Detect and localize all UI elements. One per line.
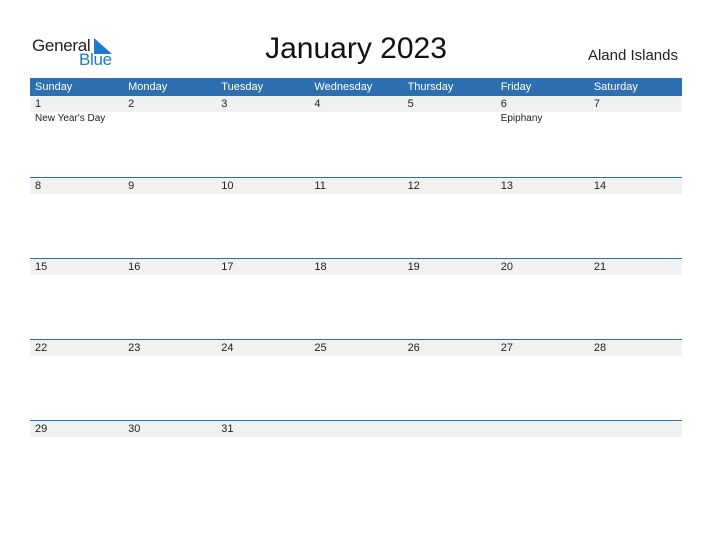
day-number: 6: [500, 98, 507, 110]
holiday-label: Epiphany: [500, 113, 543, 124]
weekday-header: Sunday: [35, 81, 73, 93]
week-row: 29 30 31: [30, 420, 682, 501]
holiday-label: [496, 275, 589, 276]
holiday-label: [589, 356, 682, 357]
day-number: 1: [35, 98, 42, 110]
holiday-label: [216, 356, 309, 357]
day-number: 7: [593, 98, 600, 110]
events-row: [30, 437, 682, 438]
holiday-label: [30, 194, 123, 195]
day-number: 25: [314, 342, 327, 354]
calendar-grid: Sunday Monday Tuesday Wednesday Thursday…: [30, 78, 682, 501]
holiday-label: [589, 194, 682, 195]
holiday-label: [589, 275, 682, 276]
holiday-label: [30, 437, 123, 438]
day-number: 13: [500, 180, 513, 192]
day-number: 18: [314, 261, 327, 273]
events-row: New Year's Day Epiphany: [30, 112, 682, 124]
holiday-label: [216, 194, 309, 195]
holiday-label: [309, 275, 402, 276]
day-number: [403, 421, 496, 437]
weekday-header: Monday: [128, 81, 168, 93]
holiday-label: [496, 194, 589, 195]
holiday-label: [123, 437, 216, 438]
day-number: 21: [593, 261, 607, 273]
holiday-label: [30, 356, 123, 357]
day-number: 28: [593, 342, 607, 354]
holiday-label: [496, 437, 589, 438]
weekday-header-row: Sunday Monday Tuesday Wednesday Thursday…: [30, 78, 682, 96]
day-number: 19: [407, 261, 420, 273]
holiday-label: [30, 275, 123, 276]
events-row: [30, 356, 682, 357]
day-number: 14: [593, 180, 607, 192]
week-row: 8 9 10 11 12 13 14: [30, 177, 682, 258]
region-label: Aland Islands: [587, 47, 678, 64]
events-row: [30, 275, 682, 276]
holiday-label: [309, 194, 402, 195]
holiday-label: [216, 112, 309, 124]
holiday-label: [216, 437, 309, 438]
day-number: 17: [221, 261, 234, 273]
holiday-label: [123, 356, 216, 357]
day-number: 27: [500, 342, 513, 354]
day-number: 9: [128, 180, 135, 192]
weeks-container: 1 2 3 4 5 6 7 New Year's Day Epiphany 8 9 10 11 12 13 1…: [30, 96, 682, 501]
day-number: 8: [35, 180, 42, 192]
holiday-label: [123, 112, 216, 124]
weekday-header: Thursday: [407, 81, 454, 93]
day-number: 11: [314, 180, 326, 192]
day-number: 30: [128, 423, 141, 435]
holiday-label: [403, 437, 496, 438]
holiday-label: [403, 194, 496, 195]
day-number: 2: [128, 98, 135, 110]
holiday-label: [403, 275, 496, 276]
day-number: 3: [221, 98, 228, 110]
holiday-label: [123, 275, 216, 276]
events-row: [30, 194, 682, 195]
day-number: 10: [221, 180, 234, 192]
day-number: 29: [35, 423, 48, 435]
day-number: 15: [35, 261, 48, 273]
day-number: 24: [221, 342, 234, 354]
day-number: 26: [407, 342, 420, 354]
holiday-label: [496, 356, 589, 357]
day-number: [309, 421, 402, 437]
holiday-label: [589, 112, 682, 124]
holiday-label: [309, 356, 402, 357]
holiday-label: [403, 356, 496, 357]
holiday-label: [216, 275, 309, 276]
day-number: 20: [500, 261, 513, 273]
weekday-header: Friday: [500, 81, 532, 93]
week-row: 1 2 3 4 5 6 7 New Year's Day Epiphany: [30, 96, 682, 177]
weekday-header: Saturday: [593, 81, 638, 93]
day-number: 5: [407, 98, 414, 110]
day-number: 12: [407, 180, 420, 192]
weekday-header: Tuesday: [221, 81, 264, 93]
day-number: 16: [128, 261, 141, 273]
day-number-row: 1 2 3 4 5 6 7: [30, 96, 682, 112]
day-number: 31: [221, 423, 234, 435]
holiday-label: [123, 194, 216, 195]
day-number-row: 22 23 24 25 26 27 28: [30, 340, 682, 356]
weekday-header: Wednesday: [314, 81, 373, 93]
day-number-row: 29 30 31: [30, 421, 682, 437]
day-number-row: 15 16 17 18 19 20 21: [30, 259, 682, 275]
holiday-label: [403, 112, 496, 124]
day-number: 4: [314, 98, 321, 110]
week-row: 22 23 24 25 26 27 28: [30, 339, 682, 420]
day-number-row: 8 9 10 11 12 13 14: [30, 178, 682, 194]
holiday-label: [589, 437, 682, 438]
week-row: 15 16 17 18 19 20 21: [30, 258, 682, 339]
holiday-label: [309, 112, 402, 124]
day-number: [589, 421, 682, 437]
holiday-label: New Year's Day: [35, 113, 106, 124]
day-number: [496, 421, 589, 437]
day-number: 22: [35, 342, 48, 354]
day-number: 23: [128, 342, 141, 354]
holiday-label: [309, 437, 402, 438]
